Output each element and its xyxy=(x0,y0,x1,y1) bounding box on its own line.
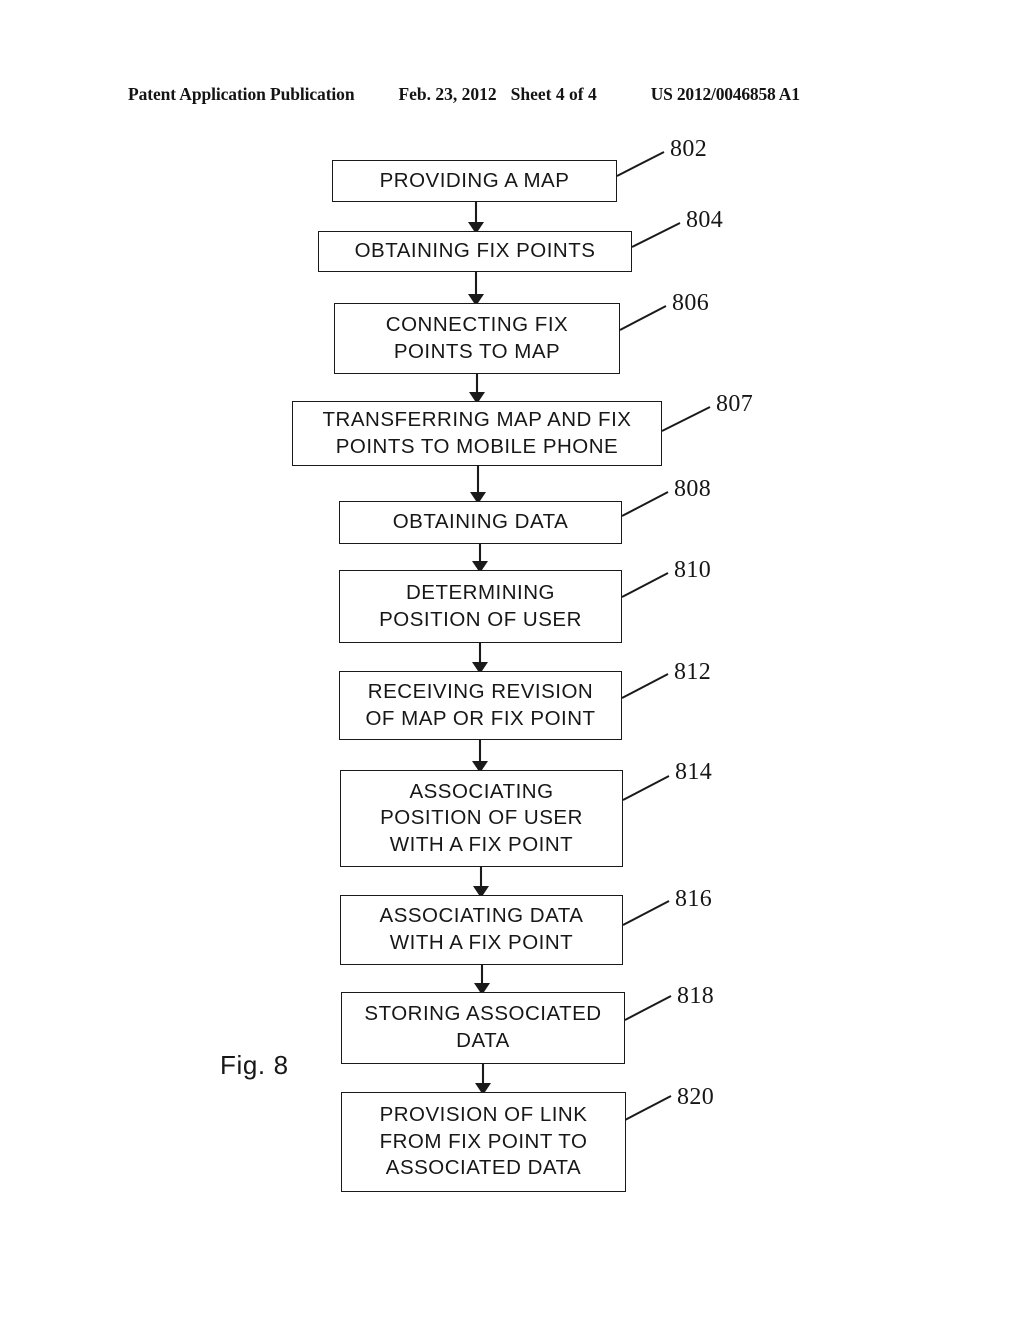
reference-numeral-807: 807 xyxy=(716,391,754,417)
flow-node-820-line-2: FROM FIX POINT TO xyxy=(379,1129,588,1153)
patent-drawing-page: Patent Application Publication Feb. 23, … xyxy=(0,0,1024,1320)
flow-node-806[interactable]: CONNECTING FIX POINTS TO MAP xyxy=(334,303,620,374)
flow-node-802[interactable]: PROVIDING A MAP xyxy=(332,160,617,202)
flow-node-818[interactable]: STORING ASSOCIATED DATA xyxy=(341,992,625,1064)
reference-numeral-814: 814 xyxy=(675,759,713,785)
flow-node-818-line-1: STORING ASSOCIATED xyxy=(364,1002,602,1026)
reference-numeral-816: 816 xyxy=(675,886,713,912)
flow-node-808[interactable]: OBTAINING DATA xyxy=(339,501,622,544)
flow-node-804-line-1: OBTAINING FIX POINTS xyxy=(354,239,596,263)
reference-numeral-804: 804 xyxy=(686,207,724,233)
flow-node-810-line-2: POSITION OF USER xyxy=(379,607,582,631)
reference-numeral-810: 810 xyxy=(674,557,712,583)
figure-caption: Fig. 8 xyxy=(220,1050,289,1080)
flow-node-807[interactable]: TRANSFERRING MAP AND FIX POINTS TO MOBIL… xyxy=(292,401,662,466)
reference-numeral-808: 808 xyxy=(674,476,712,502)
flow-node-807-line-1: TRANSFERRING MAP AND FIX xyxy=(322,407,632,431)
flow-node-820-line-1: PROVISION OF LINK xyxy=(379,1103,588,1127)
flow-node-818-line-2: DATA xyxy=(456,1029,510,1052)
flow-node-814-line-1: ASSOCIATING xyxy=(409,779,554,803)
flow-node-810-line-1: DETERMINING xyxy=(406,580,555,604)
flow-node-812-line-2: OF MAP OR FIX POINT xyxy=(365,706,596,730)
flow-node-810[interactable]: DETERMINING POSITION OF USER xyxy=(339,570,622,643)
flowchart-figure-8: PROVIDING A MAP 802 OBTAINING FIX POINTS… xyxy=(0,0,1024,1320)
flow-node-816-line-1: ASSOCIATING DATA xyxy=(379,904,584,928)
flow-node-820-line-3: ASSOCIATED DATA xyxy=(385,1156,582,1180)
flow-node-802-line-1: PROVIDING A MAP xyxy=(379,168,570,192)
flow-node-808-line-1: OBTAINING DATA xyxy=(392,510,569,534)
reference-numeral-812: 812 xyxy=(674,659,712,685)
flow-node-804[interactable]: OBTAINING FIX POINTS xyxy=(318,231,632,272)
reference-numeral-802: 802 xyxy=(670,136,708,162)
flow-node-812-line-1: RECEIVING REVISION xyxy=(367,679,594,703)
flow-node-814-line-2: POSITION OF USER xyxy=(380,806,583,830)
reference-numeral-806: 806 xyxy=(672,290,710,316)
flow-node-806-line-2: POINTS TO MAP xyxy=(393,339,561,363)
flow-node-816-line-2: WITH A FIX POINT xyxy=(389,931,574,954)
flow-node-820[interactable]: PROVISION OF LINK FROM FIX POINT TO ASSO… xyxy=(341,1092,626,1192)
reference-numeral-820: 820 xyxy=(677,1084,715,1110)
flow-node-814[interactable]: ASSOCIATING POSITION OF USER WITH A FIX … xyxy=(340,770,623,867)
flow-node-816[interactable]: ASSOCIATING DATA WITH A FIX POINT xyxy=(340,895,623,965)
flow-node-814-line-3: WITH A FIX POINT xyxy=(389,832,574,856)
flow-node-812[interactable]: RECEIVING REVISION OF MAP OR FIX POINT xyxy=(339,671,622,740)
reference-numeral-818: 818 xyxy=(677,983,715,1009)
flow-node-806-line-1: CONNECTING FIX xyxy=(385,312,569,336)
flow-node-807-line-2: POINTS TO MOBILE PHONE xyxy=(335,434,619,458)
